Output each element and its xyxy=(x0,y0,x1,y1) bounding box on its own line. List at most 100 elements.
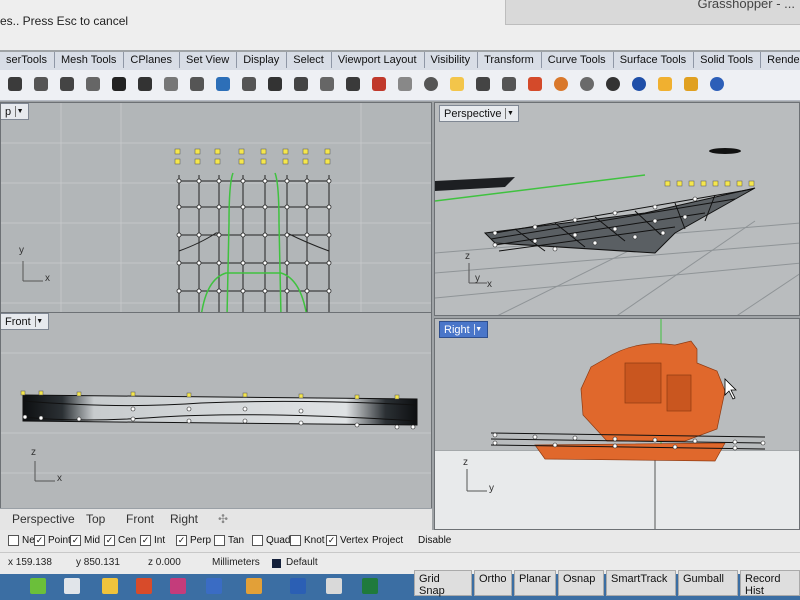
taskbar-app-icon[interactable] xyxy=(64,578,80,594)
toolbar-tab[interactable]: Surface Tools xyxy=(614,52,695,68)
pane-planar[interactable]: Planar xyxy=(514,570,556,596)
rotate-view-icon[interactable] xyxy=(318,75,336,93)
checkbox[interactable]: ✓ xyxy=(34,535,45,546)
render-sphere-icon[interactable] xyxy=(630,75,648,93)
zoom-icon[interactable] xyxy=(214,75,232,93)
checkbox[interactable] xyxy=(8,535,19,546)
lightbulb-icon[interactable] xyxy=(448,75,466,93)
chevron-down-icon[interactable]: ▼ xyxy=(505,108,514,119)
checkbox[interactable]: ✓ xyxy=(70,535,81,546)
toolbar-tab[interactable]: Render Tools xyxy=(761,52,800,68)
chevron-down-icon[interactable]: ▼ xyxy=(34,316,44,327)
pane-gumball[interactable]: Gumball xyxy=(678,570,738,596)
photoshop-icon[interactable] xyxy=(206,578,222,594)
osnap-quad[interactable]: Quad xyxy=(252,535,290,546)
chevron-down-icon[interactable]: ▼ xyxy=(15,106,24,117)
start-icon[interactable] xyxy=(30,578,46,594)
project-toggle[interactable]: Project xyxy=(372,535,403,546)
toolbar-tab[interactable]: Solid Tools xyxy=(694,52,762,68)
target-icon[interactable] xyxy=(422,75,440,93)
toolbar-tab[interactable]: Mesh Tools xyxy=(55,52,125,68)
move-view-icon[interactable] xyxy=(188,75,206,93)
osnap-tan[interactable]: Tan xyxy=(214,535,244,546)
viewport-tab-front[interactable]: Front xyxy=(126,512,154,526)
viewport-front-title[interactable]: Front ▼ xyxy=(1,313,49,330)
copy-icon[interactable] xyxy=(84,75,102,93)
viewport-perspective-title[interactable]: Perspective ▼ xyxy=(439,105,520,122)
checkbox[interactable]: ✓ xyxy=(104,535,115,546)
toolbar-tab[interactable]: Set View xyxy=(180,52,238,68)
zoom-window-icon[interactable] xyxy=(240,75,258,93)
material-icon[interactable] xyxy=(526,75,544,93)
pan-hand-icon[interactable] xyxy=(162,75,180,93)
axis-z-label: z xyxy=(463,457,468,468)
browser-icon[interactable] xyxy=(170,578,186,594)
viewport-right[interactable]: z y Right ▼ xyxy=(434,318,800,530)
rhino-icon[interactable] xyxy=(326,578,342,594)
word-icon[interactable] xyxy=(290,578,306,594)
four-view-icon[interactable] xyxy=(344,75,362,93)
checkbox[interactable] xyxy=(290,535,301,546)
toolbar-tab[interactable]: Select xyxy=(287,52,332,68)
osnap-cen[interactable]: ✓ Cen xyxy=(104,535,136,546)
lock-icon[interactable] xyxy=(474,75,492,93)
toolbar-tab[interactable]: CPlanes xyxy=(124,52,180,68)
app-icon[interactable] xyxy=(246,578,262,594)
media-icon[interactable] xyxy=(136,578,152,594)
chevron-down-icon[interactable]: ▼ xyxy=(473,324,483,335)
toolbar-tab[interactable]: serTools xyxy=(0,52,55,68)
grasshopper-window-strip[interactable]: Grasshopper - ... xyxy=(505,0,800,25)
folder-icon[interactable] xyxy=(102,578,118,594)
zoom-extents-icon[interactable] xyxy=(266,75,284,93)
viewport-tab-right[interactable]: Right xyxy=(170,512,198,526)
gears-icon[interactable] xyxy=(682,75,700,93)
help-icon[interactable] xyxy=(708,75,726,93)
ring-icon[interactable] xyxy=(552,75,570,93)
sphere-icon[interactable] xyxy=(578,75,596,93)
pencil-icon[interactable] xyxy=(656,75,674,93)
checkbox[interactable]: ✓ xyxy=(140,535,151,546)
checkbox[interactable] xyxy=(214,535,225,546)
excel-icon[interactable] xyxy=(362,578,378,594)
printer-icon[interactable] xyxy=(500,75,518,93)
units[interactable]: Millimeters xyxy=(212,557,260,568)
pane-grid-snap[interactable]: Grid Snap xyxy=(414,570,472,597)
add-tab-icon[interactable]: ✣ xyxy=(218,512,228,526)
toolbar-tab[interactable]: Viewport Layout xyxy=(332,52,425,68)
osnap-mid[interactable]: ✓ Mid xyxy=(70,535,100,546)
checkbox[interactable]: ✓ xyxy=(176,535,187,546)
pane-ortho[interactable]: Ortho xyxy=(474,570,512,596)
car-icon[interactable] xyxy=(370,75,388,93)
viewport-tab-top[interactable]: Top xyxy=(86,512,105,526)
toolbar-tab[interactable]: Visibility xyxy=(425,52,479,68)
checkbox[interactable] xyxy=(252,535,263,546)
viewport-top-title[interactable]: p ▼ xyxy=(1,103,30,120)
pane-osnap[interactable]: Osnap xyxy=(558,570,604,596)
paste-icon[interactable] xyxy=(110,75,128,93)
toolbar-tab[interactable]: Transform xyxy=(478,52,542,68)
osnap-point[interactable]: ✓ Point xyxy=(34,535,71,546)
shaded-sphere-icon[interactable] xyxy=(604,75,622,93)
checkbox[interactable]: ✓ xyxy=(326,535,337,546)
viewport-right-title[interactable]: Right ▼ xyxy=(439,321,488,338)
pane-smarttrack[interactable]: SmartTrack xyxy=(606,570,676,596)
viewport-top[interactable]: y x p ▼ xyxy=(0,102,432,316)
layer-name[interactable]: Default xyxy=(286,557,318,568)
viewport-tab-perspective[interactable]: Perspective xyxy=(12,512,75,526)
cut-icon[interactable] xyxy=(58,75,76,93)
viewport-front[interactable]: z x Front ▼ xyxy=(0,312,432,510)
undo-icon[interactable] xyxy=(136,75,154,93)
zoom-selected-icon[interactable] xyxy=(292,75,310,93)
open-icon[interactable] xyxy=(32,75,50,93)
new-icon[interactable] xyxy=(6,75,24,93)
viewport-perspective[interactable]: z y x Perspective ▼ xyxy=(434,102,800,316)
toolbar-tab[interactable]: Curve Tools xyxy=(542,52,614,68)
disable-toggle[interactable]: Disable xyxy=(418,535,451,546)
osnap-int[interactable]: ✓ Int xyxy=(140,535,165,546)
grid-icon[interactable] xyxy=(396,75,414,93)
osnap-vertex[interactable]: ✓ Vertex xyxy=(326,535,368,546)
osnap-perp[interactable]: ✓ Perp xyxy=(176,535,211,546)
osnap-knot[interactable]: Knot xyxy=(290,535,325,546)
toolbar-tab[interactable]: Display xyxy=(237,52,288,68)
pane-record-hist[interactable]: Record Hist xyxy=(740,570,800,597)
